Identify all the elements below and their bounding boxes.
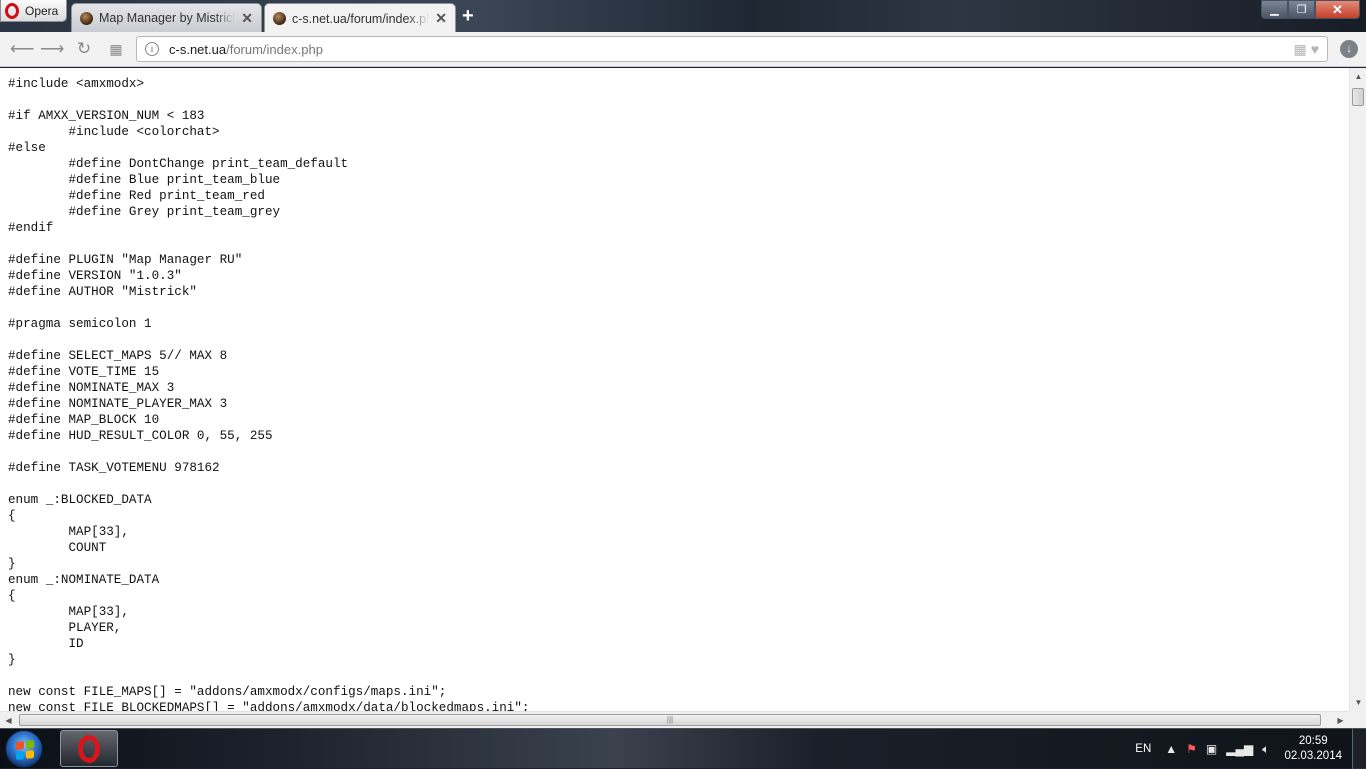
code-line: #define VOTE_TIME 15 [8, 365, 160, 379]
window-controls: ▁ ❐ ✕ [1261, 0, 1360, 19]
url-path: /forum/index.php [226, 42, 323, 57]
speed-dial-grid-icon[interactable]: ▦ [106, 40, 126, 58]
code-line: enum _:NOMINATE_DATA [8, 573, 160, 587]
show-hidden-icons-icon[interactable]: ▲ [1165, 742, 1177, 756]
action-center-flag-icon[interactable]: ⚑ [1186, 742, 1197, 756]
code-line: #define PLUGIN "Map Manager RU" [8, 253, 243, 267]
tab-title: c-s.net.ua/forum/index.php [292, 11, 430, 26]
reload-button[interactable]: ↻ [74, 40, 94, 58]
code-line: #define DontChange print_team_default [8, 157, 349, 171]
code-line: #include <colorchat> [8, 125, 220, 139]
code-line: #if AMXX_VERSION_NUM < 183 [8, 109, 205, 123]
network-signal-icon[interactable]: ▂▄▆ [1226, 742, 1253, 756]
back-button[interactable]: ⟵ [10, 40, 34, 58]
browser-toolbar: ⟵ ⟶ ↻ ▦ i c-s.net.ua/forum/index.php ▦ ♥… [0, 32, 1366, 67]
code-line: #define MAP_BLOCK 10 [8, 413, 160, 427]
code-line: enum _:BLOCKED_DATA [8, 493, 152, 507]
code-line: { [8, 509, 16, 523]
scroll-up-arrow-icon[interactable]: ▲ [1350, 68, 1366, 85]
language-indicator[interactable]: EN [1135, 743, 1151, 755]
code-line: #define NOMINATE_MAX 3 [8, 381, 175, 395]
taskbar-opera-button[interactable] [60, 730, 118, 767]
tab-favicon-icon [80, 11, 93, 25]
opera-logo-icon [5, 2, 19, 19]
title-bar: Opera Map Manager by Mistrick ✕ c-s.net.… [0, 0, 1366, 33]
scrollbar-corner [1349, 711, 1366, 728]
code-line: { [8, 589, 16, 603]
scroll-down-arrow-icon[interactable]: ▼ [1350, 694, 1366, 711]
tab-favicon-icon [273, 12, 286, 25]
windows-taskbar: EN ▲ ⚑ ▣ ▂▄▆ 🔈︎ 20:59 02.03.2014 [0, 728, 1366, 769]
code-line: #define SELECT_MAPS 5// MAX 8 [8, 349, 228, 363]
maximize-button[interactable]: ❐ [1288, 0, 1315, 19]
start-button[interactable] [5, 730, 43, 768]
code-line: #define VERSION "1.0.3" [8, 269, 182, 283]
code-line: MAP[33], [8, 605, 129, 619]
bookmark-heart-icon[interactable]: ♥ [1311, 41, 1319, 58]
clock-time: 20:59 [1298, 735, 1328, 747]
tab-forum[interactable]: c-s.net.ua/forum/index.php ✕ [264, 3, 456, 33]
scroll-right-arrow-icon[interactable]: ▶ [1332, 712, 1349, 729]
code-line: } [8, 557, 16, 571]
system-tray: EN ▲ ⚑ ▣ ▂▄▆ 🔈︎ 20:59 02.03.2014 [1135, 729, 1366, 769]
code-line: #define NOMINATE_PLAYER_MAX 3 [8, 397, 228, 411]
show-desktop-button[interactable] [1352, 729, 1366, 769]
code-line: MAP[33], [8, 525, 129, 539]
code-line: #endif [8, 221, 54, 235]
vertical-scrollbar[interactable]: ▲ ▼ [1349, 68, 1366, 711]
code-line: #pragma semicolon 1 [8, 317, 152, 331]
code-line: PLAYER, [8, 621, 122, 635]
opera-menu-button[interactable]: Opera [0, 0, 67, 22]
new-tab-button[interactable]: + [462, 6, 474, 26]
address-bar[interactable]: i c-s.net.ua/forum/index.php ▦ ♥ [136, 36, 1328, 62]
forward-button[interactable]: ⟶ [40, 40, 64, 58]
code-line: #define TASK_VOTEMENU 978162 [8, 461, 220, 475]
code-line: new const FILE_BLOCKEDMAPS[] = "addons/a… [8, 701, 530, 711]
code-line: } [8, 653, 16, 667]
url-host: c-s.net.ua [169, 42, 227, 57]
site-info-icon[interactable]: i [145, 42, 159, 56]
code-line: #define Red print_team_red [8, 189, 265, 203]
clock-date: 02.03.2014 [1284, 750, 1342, 762]
device-icon[interactable]: ▣ [1206, 742, 1217, 756]
opera-menu-label: Opera [25, 3, 59, 18]
code-line: ID [8, 637, 84, 651]
code-line: #include <amxmodx> [8, 77, 145, 91]
code-line: COUNT [8, 541, 107, 555]
code-line: #define AUTHOR "Mistrick" [8, 285, 197, 299]
source-code: #include <amxmodx> #if AMXX_VERSION_NUM <… [8, 76, 529, 711]
close-window-button[interactable]: ✕ [1315, 0, 1360, 19]
volume-icon[interactable]: 🔈︎ [1262, 742, 1269, 757]
scroll-left-arrow-icon[interactable]: ◀ [0, 712, 17, 729]
tab-close-icon[interactable]: ✕ [241, 10, 253, 27]
stash-grid-icon[interactable]: ▦ [1293, 41, 1306, 58]
code-line: #define Grey print_team_grey [8, 205, 281, 219]
clock[interactable]: 20:59 02.03.2014 [1284, 734, 1342, 764]
windows-logo-icon [16, 740, 34, 760]
horizontal-scrollbar[interactable]: ◀ ||| ▶ [0, 711, 1349, 728]
code-line: #define HUD_RESULT_COLOR 0, 55, 255 [8, 429, 273, 443]
opera-logo-icon [78, 734, 100, 763]
tab-close-icon[interactable]: ✕ [435, 10, 447, 27]
page-content: #include <amxmodx> #if AMXX_VERSION_NUM <… [0, 68, 1349, 711]
vertical-scroll-thumb[interactable] [1352, 88, 1364, 106]
minimize-button[interactable]: ▁ [1261, 0, 1288, 19]
address-url[interactable]: c-s.net.ua/forum/index.php [169, 42, 323, 57]
horizontal-scroll-thumb[interactable]: ||| [19, 714, 1321, 726]
tab-map-manager[interactable]: Map Manager by Mistrick ✕ [71, 3, 262, 32]
code-line: new const FILE_MAPS[] = "addons/amxmodx/… [8, 685, 447, 699]
tab-title: Map Manager by Mistrick [99, 11, 236, 25]
downloads-icon[interactable]: ↓ [1340, 40, 1358, 58]
code-line: #else [8, 141, 46, 155]
code-line: #define Blue print_team_blue [8, 173, 281, 187]
